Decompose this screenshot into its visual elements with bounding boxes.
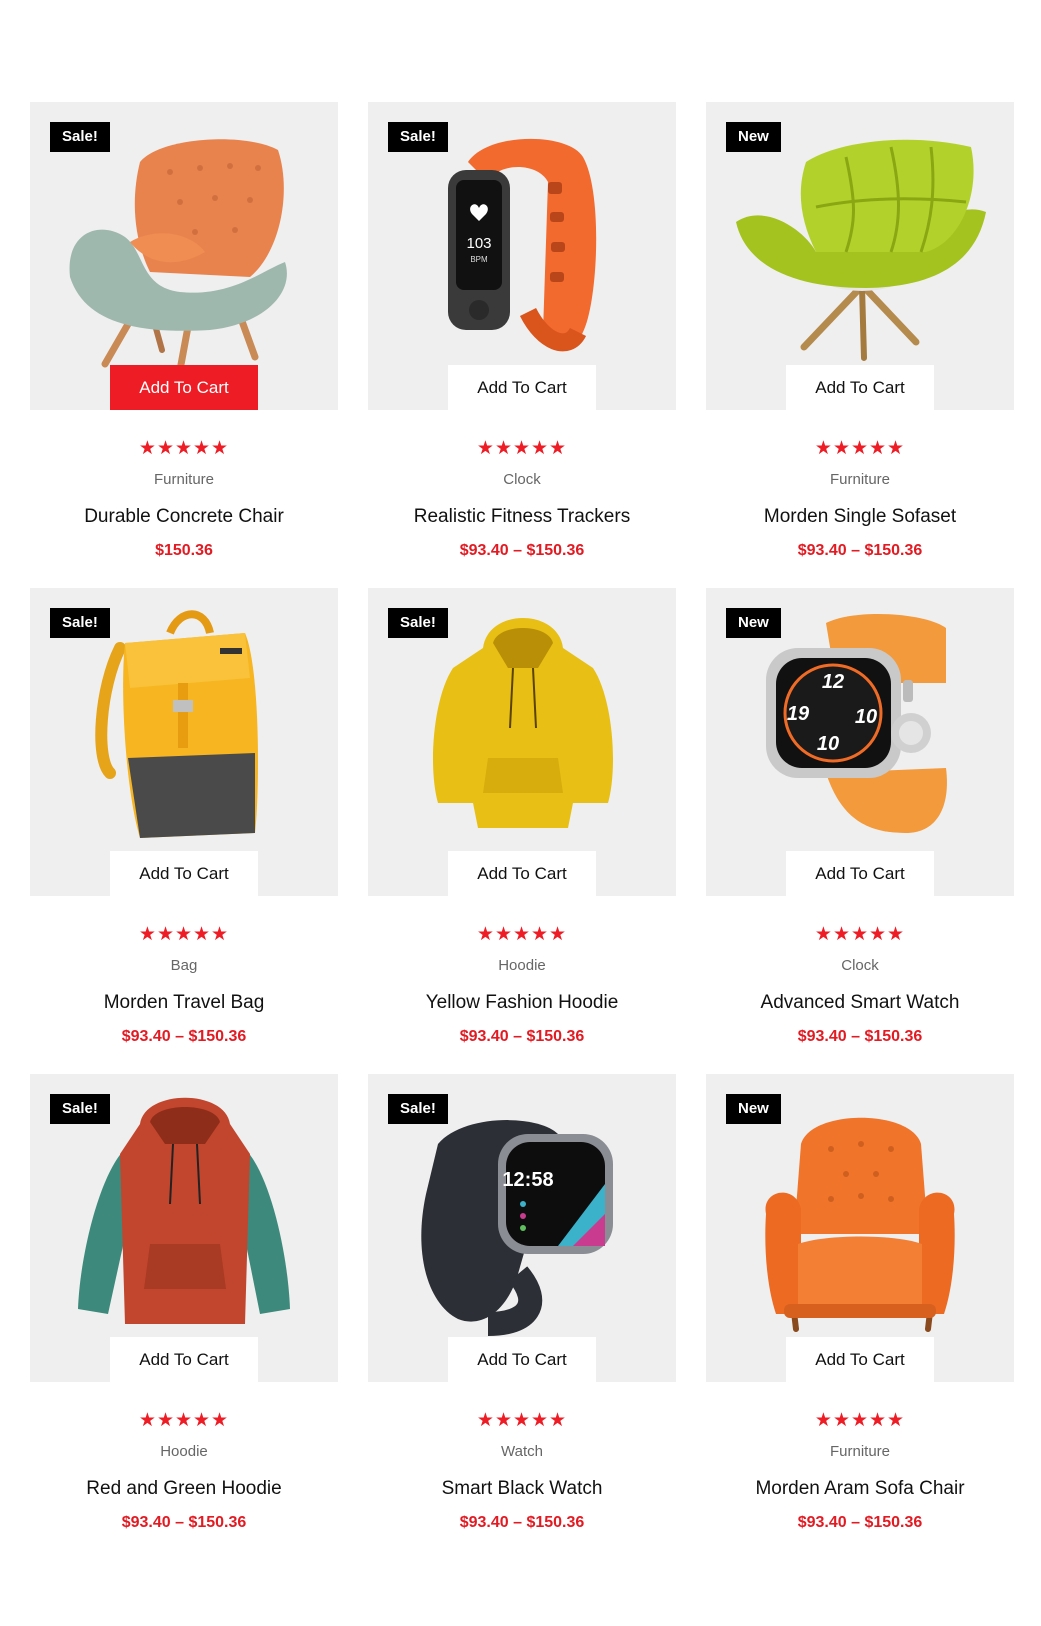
product-card: Sale! 103 BPM Add To Cart ★★★★★ Clock Re… xyxy=(368,102,676,588)
product-title[interactable]: Yellow Fashion Hoodie xyxy=(368,990,676,1016)
product-media[interactable]: Sale! Add To Cart xyxy=(368,588,676,896)
product-card: New Add To Cart ★★★★★ Furniture Morden S… xyxy=(706,102,1014,588)
rating-stars: ★★★★★ xyxy=(476,924,568,945)
sale-badge: Sale! xyxy=(388,608,448,638)
add-to-cart-button[interactable]: Add To Cart xyxy=(110,1337,258,1382)
rating-stars: ★★★★★ xyxy=(138,924,230,945)
product-card: Sale! Add To Cart ★★★★★ Hoodie Yellow Fa… xyxy=(368,588,676,1074)
add-to-cart-button[interactable]: Add To Cart xyxy=(448,851,596,896)
rating-stars: ★★★★★ xyxy=(814,438,906,459)
product-media[interactable]: New Add To Cart xyxy=(706,1074,1014,1382)
product-title[interactable]: Red and Green Hoodie xyxy=(30,1476,338,1502)
product-category[interactable]: Hoodie xyxy=(368,956,676,976)
product-card: Sale! Add To Cart ★★★★★ Furniture Durabl… xyxy=(30,102,338,588)
product-media[interactable]: New Add To Cart xyxy=(706,102,1014,410)
new-badge: New xyxy=(726,122,781,152)
product-price: $93.40 – $150.36 xyxy=(459,542,585,559)
product-category[interactable]: Furniture xyxy=(706,470,1014,490)
product-category[interactable]: Bag xyxy=(30,956,338,976)
rating-stars: ★★★★★ xyxy=(814,1410,906,1431)
product-card: Sale! 12:58 Add To Cart ★★★★★ Watch Smar… xyxy=(368,1074,676,1560)
product-title[interactable]: Durable Concrete Chair xyxy=(30,504,338,530)
product-title[interactable]: Morden Aram Sofa Chair xyxy=(706,1476,1014,1502)
product-card: New Add To Cart ★★★★★ Furniture Morden A… xyxy=(706,1074,1014,1560)
new-badge: New xyxy=(726,608,781,638)
sale-badge: Sale! xyxy=(50,608,110,638)
sale-badge: Sale! xyxy=(50,1094,110,1124)
product-category[interactable]: Watch xyxy=(368,1442,676,1462)
add-to-cart-button[interactable]: Add To Cart xyxy=(786,365,934,410)
product-title[interactable]: Morden Travel Bag xyxy=(30,990,338,1016)
product-media[interactable]: Sale! Add To Cart xyxy=(30,1074,338,1382)
product-price: $93.40 – $150.36 xyxy=(797,1514,923,1531)
tracker-unit: BPM xyxy=(470,255,488,264)
product-media[interactable]: Sale! Add To Cart xyxy=(30,588,338,896)
tracker-value: 103 xyxy=(466,235,491,252)
product-price: $93.40 – $150.36 xyxy=(797,542,923,559)
add-to-cart-button[interactable]: Add To Cart xyxy=(448,365,596,410)
rating-stars: ★★★★★ xyxy=(814,924,906,945)
rating-stars: ★★★★★ xyxy=(138,438,230,459)
product-media[interactable]: Sale! Add To Cart xyxy=(30,102,338,410)
product-price: $93.40 – $150.36 xyxy=(459,1514,585,1531)
sale-badge: Sale! xyxy=(388,1094,448,1124)
product-title[interactable]: Smart Black Watch xyxy=(368,1476,676,1502)
product-card: New 12 19 10 10 Add To Cart ★★★★★ Clock … xyxy=(706,588,1014,1074)
rating-stars: ★★★★★ xyxy=(138,1410,230,1431)
product-category[interactable]: Furniture xyxy=(30,470,338,490)
product-category[interactable]: Hoodie xyxy=(30,1442,338,1462)
product-title[interactable]: Realistic Fitness Trackers xyxy=(368,504,676,530)
add-to-cart-button[interactable]: Add To Cart xyxy=(448,1337,596,1382)
product-price: $93.40 – $150.36 xyxy=(121,1028,247,1045)
product-price: $93.40 – $150.36 xyxy=(797,1028,923,1045)
product-card: Sale! Add To Cart ★★★★★ Hoodie Red and G… xyxy=(30,1074,338,1560)
product-grid: Sale! Add To Cart ★★★★★ Furniture Durabl… xyxy=(30,102,1014,1560)
sale-badge: Sale! xyxy=(388,122,448,152)
add-to-cart-button[interactable]: Add To Cart xyxy=(786,1337,934,1382)
rating-stars: ★★★★★ xyxy=(476,438,568,459)
product-category[interactable]: Clock xyxy=(706,956,1014,976)
new-badge: New xyxy=(726,1094,781,1124)
product-price: $93.40 – $150.36 xyxy=(459,1028,585,1045)
watch-number: 10 xyxy=(855,706,877,728)
product-media[interactable]: Sale! 12:58 Add To Cart xyxy=(368,1074,676,1382)
product-title[interactable]: Advanced Smart Watch xyxy=(706,990,1014,1016)
product-card: Sale! Add To Cart ★★★★★ Bag Morden Trave… xyxy=(30,588,338,1074)
watch-time: 12:58 xyxy=(502,1169,553,1191)
product-price: $150.36 xyxy=(155,542,213,559)
sale-badge: Sale! xyxy=(50,122,110,152)
rating-stars: ★★★★★ xyxy=(476,1410,568,1431)
product-media[interactable]: Sale! 103 BPM Add To Cart xyxy=(368,102,676,410)
product-media[interactable]: New 12 19 10 10 Add To Cart xyxy=(706,588,1014,896)
watch-number: 10 xyxy=(817,733,839,755)
product-category[interactable]: Clock xyxy=(368,470,676,490)
add-to-cart-button[interactable]: Add To Cart xyxy=(786,851,934,896)
add-to-cart-button[interactable]: Add To Cart xyxy=(110,365,258,410)
watch-number: 19 xyxy=(787,703,810,725)
product-price: $93.40 – $150.36 xyxy=(121,1514,247,1531)
add-to-cart-button[interactable]: Add To Cart xyxy=(110,851,258,896)
product-title[interactable]: Morden Single Sofaset xyxy=(706,504,1014,530)
watch-number: 12 xyxy=(822,671,844,693)
product-category[interactable]: Furniture xyxy=(706,1442,1014,1462)
